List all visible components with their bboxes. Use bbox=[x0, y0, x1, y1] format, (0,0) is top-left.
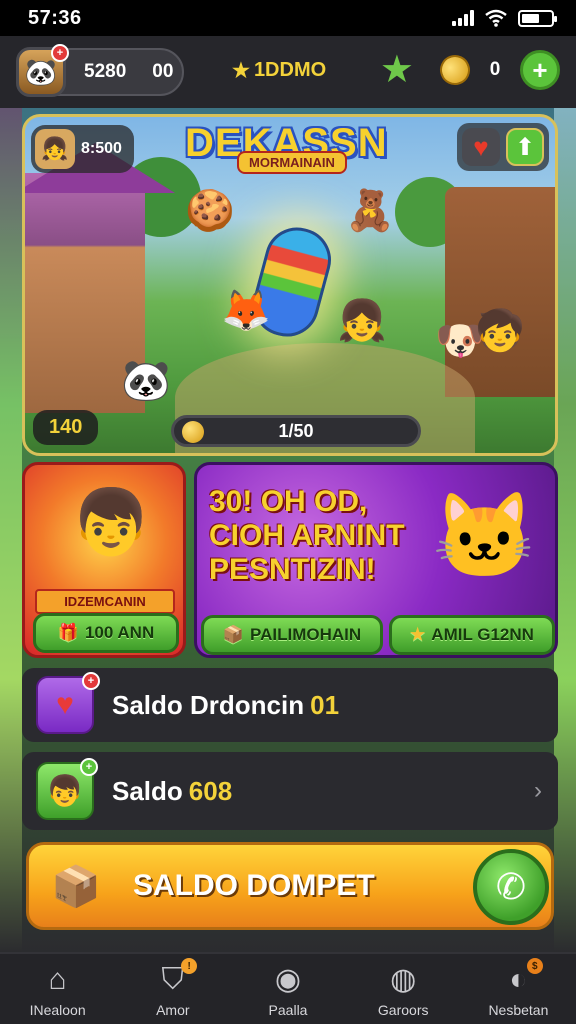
upgrade-arrow-icon[interactable]: ⬆ bbox=[506, 128, 544, 166]
fox-character-icon: 🦊 bbox=[221, 289, 271, 333]
avatar-icon: 🐼 bbox=[24, 56, 58, 87]
boy-character-icon: 👦 bbox=[71, 486, 151, 558]
banner-subtitle: MORMAINAIN bbox=[237, 151, 347, 174]
notification-badge: + bbox=[82, 672, 100, 690]
banner-score-value: 8:500 bbox=[81, 140, 122, 157]
star-icon: ★ bbox=[410, 625, 426, 644]
coin-icon bbox=[182, 421, 204, 443]
globe-icon: ◍ bbox=[390, 963, 417, 996]
promo-button-b[interactable]: ★ AMIL G12NN bbox=[389, 615, 555, 655]
house-right-decoration bbox=[445, 187, 555, 397]
balance-row-primary[interactable]: ♥ + Saldo Drdoncin 01 bbox=[22, 668, 558, 742]
profile-stats: 5280 00 bbox=[84, 61, 173, 83]
cat-character-icon: 🐱 bbox=[432, 489, 537, 583]
row-value: 608 bbox=[188, 775, 233, 806]
nav-item-home[interactable]: ⌂ INealoon bbox=[0, 954, 115, 1024]
promo-headline: 30! OH OD, CIOH ARNINT PESNTIZIN! bbox=[209, 485, 405, 586]
heart-icon[interactable]: ♥ bbox=[462, 128, 500, 166]
profile-avatar[interactable]: 🐼 + bbox=[16, 44, 69, 97]
promo-left-button-label: 100 ANN bbox=[84, 623, 155, 642]
wallet-balance-button[interactable]: 📦 SALDO DOMPET ✆ bbox=[26, 842, 554, 930]
coin-icon bbox=[435, 50, 475, 90]
nav-badge: ! bbox=[181, 958, 198, 974]
status-bar: 57:36 bbox=[0, 0, 576, 36]
promo-button-b-label: AMIL G12NN bbox=[431, 625, 534, 644]
gift-icon: 🎁 bbox=[57, 623, 79, 642]
banner-score: 👧 8:500 bbox=[31, 125, 134, 173]
topbar-right: ★ 0 + bbox=[380, 50, 560, 90]
promo-left-button[interactable]: 🎁 100 ANN bbox=[33, 613, 179, 653]
banner-progress-bar: 1/50 bbox=[171, 415, 421, 447]
profile-notification-badge: + bbox=[51, 44, 69, 62]
promo-left-ribbon: IDZEMCANIN bbox=[35, 589, 175, 614]
game-icon: ◉ bbox=[274, 963, 302, 996]
balance-row-primary-label: Saldo Drdoncin 01 bbox=[112, 690, 339, 721]
chest-icon: 📦 bbox=[222, 625, 245, 644]
bear-character-icon: 🧸 bbox=[345, 189, 395, 233]
nav-item-globe[interactable]: ◍ Garoors bbox=[346, 954, 461, 1024]
promo-card-left[interactable]: 👦 IDZEMCANIN 🎁 100 ANN bbox=[22, 462, 186, 658]
profile-pill[interactable]: 🐼 + 5280 00 bbox=[16, 44, 184, 97]
topbar-center-stat: ★ 1DDMO bbox=[232, 58, 326, 83]
nav-label: Nesbetan bbox=[488, 1001, 549, 1018]
home-icon: ⌂ bbox=[48, 962, 67, 996]
stat-a: 5280 bbox=[84, 61, 127, 82]
row-label: Saldo Drdoncin bbox=[112, 689, 305, 720]
nav-label: Amor bbox=[156, 1001, 190, 1018]
balance-row-secondary-label: Saldo 608 bbox=[112, 776, 232, 807]
status-icons bbox=[452, 9, 557, 27]
chevron-right-icon: › bbox=[534, 777, 542, 804]
nav-badge: $ bbox=[526, 958, 543, 974]
center-label: 1DDMO bbox=[253, 59, 327, 81]
banner-progress-value: 1/50 bbox=[278, 420, 314, 441]
heart-gem-icon: ♥ + bbox=[36, 672, 100, 734]
boy-avatar-icon: 👦 + bbox=[36, 758, 98, 820]
promo-button-a[interactable]: 📦 PAILIMOHAIN bbox=[201, 615, 383, 655]
wifi-icon bbox=[485, 9, 507, 27]
green-star-icon[interactable]: ★ bbox=[380, 51, 414, 89]
row-label: Saldo bbox=[112, 775, 183, 806]
nav-label: Paalla bbox=[268, 1001, 308, 1018]
promo-card-right[interactable]: 30! OH OD, CIOH ARNINT PESNTIZIN! 🐱 📦 PA… bbox=[194, 462, 558, 658]
battery-icon bbox=[518, 9, 557, 27]
status-time: 57:36 bbox=[28, 6, 82, 29]
box-icon: 📦 bbox=[51, 864, 101, 909]
nav-item-profile[interactable]: ◐ $ Nesbetan bbox=[461, 954, 576, 1024]
wallet-balance-label: SALDO DOMPET bbox=[133, 869, 375, 902]
event-banner[interactable]: 👧 8:500 DEKASSN MORMAINAIN ♥ ⬆ 🍪 🧸 🦊 👧 🐼… bbox=[22, 114, 558, 456]
star-icon: ★ bbox=[232, 60, 250, 82]
coin-count: 0 bbox=[489, 59, 501, 80]
girl-character-icon: 👧 bbox=[337, 299, 387, 343]
girl-avatar-icon: 👧 bbox=[35, 129, 75, 169]
nav-item-game[interactable]: ◉ Paalla bbox=[230, 954, 345, 1024]
phone-icon[interactable]: ✆ bbox=[473, 849, 549, 925]
cookie-character-icon: 🍪 bbox=[185, 189, 235, 233]
bottom-navigation: ⌂ INealoon ⛉ ! Amor ◉ Paalla ◍ Garoors ◐… bbox=[0, 952, 576, 1024]
add-currency-button[interactable]: + bbox=[520, 50, 560, 90]
nav-item-shield[interactable]: ⛉ ! Amor bbox=[115, 954, 230, 1024]
banner-level: 140 bbox=[33, 410, 99, 445]
nav-label: Garoors bbox=[377, 1001, 429, 1018]
banner-icon-group: ♥ ⬆ bbox=[457, 123, 549, 171]
row-value: 01 bbox=[310, 689, 340, 720]
promo-button-a-label: PAILIMOHAIN bbox=[250, 625, 362, 644]
top-bar: 🐼 + 5280 00 ★ 1DDMO ★ 0 + bbox=[0, 36, 576, 108]
notification-badge: + bbox=[80, 758, 98, 776]
balance-row-secondary[interactable]: 👦 + Saldo 608 › bbox=[22, 752, 558, 830]
panda-character-icon: 🐼 bbox=[121, 359, 171, 403]
kid-character-icon: 🧒 bbox=[475, 309, 525, 353]
stat-b: 00 bbox=[152, 61, 174, 82]
nav-label: INealoon bbox=[29, 1001, 86, 1018]
signal-icon bbox=[452, 10, 474, 26]
